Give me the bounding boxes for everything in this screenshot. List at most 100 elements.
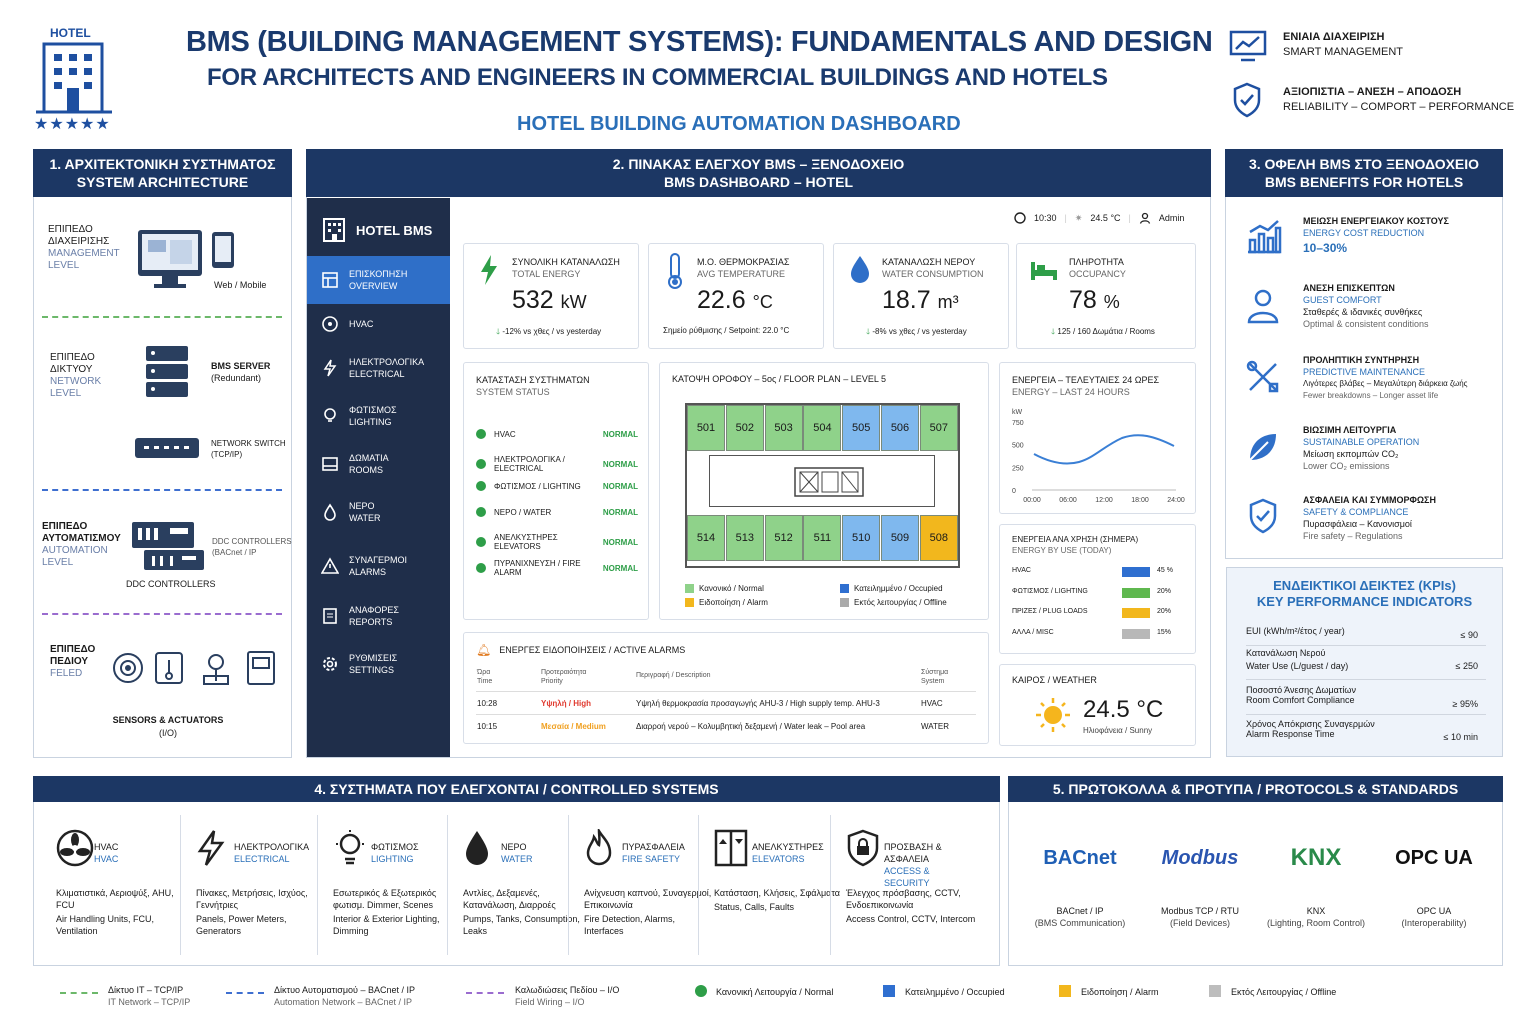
floor-plan-title: ΚΑΤΟΨΗ ΟΡΟΦΟΥ – 5ος / FLOOR PLAN – LEVEL…	[672, 374, 886, 384]
kpi-room-comfort: Ποσοστό Άνεσης Δωματίων Room Comfort Com…	[1246, 685, 1486, 715]
legend-field-wiring: Καλωδιώσεις Πεδίου – I/O Field Wiring – …	[515, 985, 620, 1007]
legend-it-line	[60, 992, 98, 994]
gear-icon	[323, 657, 337, 671]
kpi-card-avg-temperature: Μ.Ο. ΘΕΡΜΟΚΡΑΣΙΑΣ AVG TEMPERATURE 22.6 °…	[648, 243, 824, 349]
room-513[interactable]: 513	[725, 515, 764, 561]
sidebar-app-title: HOTEL BMS	[320, 216, 432, 244]
benefit-energy-cost: ΜΕΙΩΣΗ ΕΝΕΡΓΕΙΑΚΟΥ ΚΟΣΤΟΥΣ ENERGY COST R…	[1303, 216, 1449, 255]
badge-smart-management: ΕΝΙΑΙΑ ΔΙΑΧΕΙΡΙΣΗ SMART MANAGEMENT	[1283, 31, 1403, 58]
nav-alarms[interactable]: ΣΥΝΑΓΕΡΜΟΙ ALARMS	[307, 542, 450, 590]
room-503[interactable]: 503	[764, 405, 803, 451]
energy-chart-xtick: 06:00	[1059, 497, 1077, 504]
usage-row-value: 45 %	[1157, 567, 1173, 574]
user-outline-icon	[1247, 289, 1279, 324]
kpi-eui: EUI (kWh/m²/έτος / year) ≤ 90	[1246, 626, 1486, 646]
room-514[interactable]: 514	[687, 515, 725, 561]
usage-row-label: ΑΛΛΑ / MISC	[1012, 628, 1054, 636]
energy-chart-unit: kW	[1012, 409, 1023, 416]
topbar-temp: 24.5 °C	[1090, 213, 1121, 223]
legend-automation-network: Δίκτυο Αυτοματισμού – BACnet / IP Automa…	[274, 985, 415, 1007]
check-icon	[476, 537, 486, 547]
management-level-label: ΕΠΙΠΕΔΟ ΔΙΑΧΕΙΡΙΣΗΣ MANAGEMENT LEVEL	[48, 224, 120, 271]
protocol-description: (Field Devices)	[1169, 918, 1230, 928]
room-512[interactable]: 512	[764, 515, 803, 561]
room-504[interactable]: 504	[803, 405, 842, 451]
legend-alarm-swatch	[685, 598, 694, 607]
room-507[interactable]: 507	[919, 405, 958, 451]
nav-rooms[interactable]: ΔΩΜΑΤΙΑ ROOMS	[307, 440, 450, 488]
nav-hvac[interactable]: HVAC	[307, 300, 450, 348]
protocol-knx: KNX KNX (Lighting, Room Control)	[1256, 838, 1376, 928]
section1-header: 1. ΑΡΧΙΤΕΚΤΟΝΙΚΗ ΣΥΣΤΗΜΑΤΟΣ SYSTEM ARCHI…	[33, 149, 292, 197]
system-status-title: ΚΑΤΑΣΤΑΣΗ ΣΥΣΤΗΜΑΤΩΝ SYSTEM STATUS	[476, 375, 590, 397]
kpi-card-water: ΚΑΤΑΝΑΛΩΣΗ ΝΕΡΟΥ WATER CONSUMPTION 18.7 …	[833, 243, 1009, 349]
nav-settings[interactable]: ΡΥΘΜΙΣΕΙΣ SETTINGS	[307, 640, 450, 688]
energy-chart-xtick: 00:00	[1023, 497, 1041, 504]
divider	[317, 815, 318, 955]
fan-icon	[56, 829, 94, 867]
room-508[interactable]: 508	[919, 515, 958, 561]
topbar-user[interactable]: Admin	[1159, 213, 1185, 223]
usage-row-bar	[1122, 628, 1150, 639]
energy-chart-xtick: 12:00	[1095, 497, 1113, 504]
protocol-logo: OPC UA	[1395, 847, 1473, 869]
system-status-card	[463, 362, 649, 620]
sensor-icons	[113, 651, 275, 685]
thermometer-icon	[668, 253, 682, 289]
legend-footer-offline: Εκτός Λειτουργίας / Offline	[1231, 987, 1337, 997]
dashboard-subtitle: HOTEL BUILDING AUTOMATION DASHBOARD	[517, 113, 961, 135]
check-icon	[476, 429, 486, 439]
clock-icon	[1014, 212, 1026, 224]
lock-shield-icon	[847, 829, 879, 867]
legend-it-network: Δίκτυο IT – TCP/IP IT Network – TCP/IP	[108, 985, 191, 1007]
nav-electrical[interactable]: ΗΛΕΚΤΡΟΛΟΓΙΚΑ ELECTRICAL	[307, 344, 450, 392]
room-509[interactable]: 509	[881, 515, 919, 561]
energy-chart-ytick: 500	[1012, 443, 1024, 450]
building-icon	[36, 42, 112, 114]
protocol-name: KNX	[1306, 906, 1326, 916]
check-icon	[476, 459, 486, 469]
kpi-box-title: ΕΝΔΕΙΚΤΙΚΟΙ ΔΕΙΚΤΕΣ (KPIs) KEY PERFORMAN…	[1256, 578, 1473, 609]
nav-overview[interactable]: ΕΠΙΣΚΟΠΗΣΗ OVERVIEW	[307, 256, 450, 304]
nav-lighting[interactable]: ΦΩΤΙΣΜΟΣ LIGHTING	[307, 392, 450, 440]
divider	[830, 815, 831, 955]
nav-reports[interactable]: ΑΝΑΦΟΡΕΣ REPORTS	[307, 592, 450, 640]
usage-row-label: HVAC	[1012, 567, 1031, 574]
energy-chart-ytick: 750	[1012, 420, 1024, 427]
weather-desc: Ηλιοφάνεια / Sunny	[1083, 726, 1153, 735]
sun-icon	[1036, 698, 1070, 732]
usage-row-bar	[1122, 608, 1150, 618]
warning-icon	[321, 557, 339, 574]
main-title: BMS (BUILDING MANAGEMENT SYSTEMS): FUNDA…	[186, 26, 1213, 58]
section4-header: 4. ΣΥΣΤΗΜΑΤΑ ΠΟΥ ΕΛΕΓΧΟΝΤΑΙ / CONTROLLED…	[33, 776, 1000, 802]
check-icon	[476, 563, 486, 573]
usage-row-label: ΦΩΤΙΣΜΟΣ / LIGHTING	[1012, 587, 1088, 595]
room-506[interactable]: 506	[881, 405, 919, 451]
benefit-guest-comfort: ΑΝΕΣΗ ΕΠΙΣΚΕΠΤΩΝ GUEST COMFORT Σταθερές …	[1303, 283, 1429, 329]
protocol-name: BACnet / IP	[1056, 906, 1104, 916]
nav-water[interactable]: ΝΕΡΟ WATER	[307, 488, 450, 536]
report-icon	[323, 608, 337, 624]
network-switch-label: NETWORK SWITCH (TCP/IP)	[211, 439, 286, 459]
leaf-icon	[1249, 434, 1276, 461]
protocol-logo: BACnet	[1043, 847, 1117, 869]
room-501[interactable]: 501	[687, 405, 725, 451]
status-row-water: ΝΕΡΟ / WATER NORMAL	[476, 507, 638, 517]
bell-icon: 🔔︎	[476, 643, 492, 657]
user-icon[interactable]	[1139, 212, 1151, 224]
room-505[interactable]: 505	[842, 405, 881, 451]
room-510[interactable]: 510	[842, 515, 881, 561]
room-511[interactable]: 511	[803, 515, 842, 561]
protocol-logo: KNX	[1290, 844, 1342, 871]
tools-icon	[1246, 360, 1279, 393]
hotel-building-icon	[323, 218, 345, 242]
energy-chart-ytick: 250	[1012, 465, 1024, 472]
ddc-controllers-text: DDC CONTROLLERS (BACnet / IP	[212, 537, 292, 557]
lightning-icon	[481, 255, 497, 285]
divider	[180, 815, 181, 955]
web-mobile-label: Web / Mobile	[214, 280, 267, 290]
protocol-opc-ua: OPC UA OPC UA (Interoperability)	[1374, 838, 1494, 928]
bulb-icon	[324, 408, 336, 422]
legend-footer-occupied-swatch	[883, 985, 895, 997]
room-502[interactable]: 502	[725, 405, 764, 451]
